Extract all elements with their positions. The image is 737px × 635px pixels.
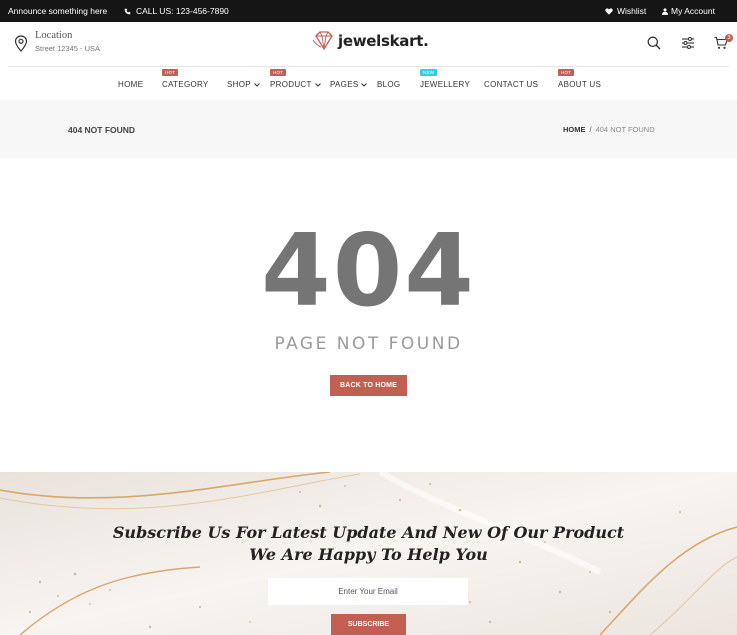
- breadcrumb-current: 404 NOT FOUND: [595, 125, 655, 134]
- nav-item-category[interactable]: CATEGORY: [162, 80, 209, 89]
- hot-badge: HOT: [558, 69, 575, 76]
- location-pin-icon: [14, 35, 28, 52]
- nav-item-label: JEWELLERY: [420, 80, 471, 89]
- diamond-logo-icon: [312, 31, 333, 51]
- nav-item-shop[interactable]: SHOP: [227, 80, 260, 89]
- heart-icon: [605, 7, 613, 15]
- back-to-home-button[interactable]: BACK TO HOME: [330, 375, 407, 396]
- nav-item-contact-us[interactable]: CONTACT US: [484, 80, 538, 89]
- nav-item-label: HOME: [118, 80, 144, 89]
- nav-item-label: PAGES: [330, 80, 359, 89]
- breadcrumb: HOME / 404 NOT FOUND: [563, 125, 655, 134]
- site-logo[interactable]: jewelskart.: [312, 31, 429, 51]
- chevron-down-icon: [254, 82, 260, 87]
- header: Location Street 12345 - USA jewelskart. …: [0, 22, 737, 66]
- breadcrumb-band: 404 NOT FOUND HOME / 404 NOT FOUND: [0, 100, 737, 158]
- call-us-text: CALL US: 123-456-7890: [136, 6, 229, 16]
- phone-icon: [124, 8, 131, 14]
- error-code: 404: [261, 212, 476, 329]
- logo-text: jewelskart.: [338, 32, 429, 50]
- nav-item-label: BLOG: [377, 80, 401, 89]
- filter-icon[interactable]: [681, 36, 695, 50]
- top-bar: Announce something here CALL US: 123-456…: [0, 0, 737, 22]
- subscribe-heading-line-1: Subscribe Us For Latest Update And New O…: [112, 523, 625, 542]
- location-address: Street 12345 - USA: [35, 44, 101, 53]
- subscribe-button[interactable]: SUBSCRIBE: [331, 614, 406, 635]
- my-account-link[interactable]: My Account: [662, 6, 715, 16]
- nav-item-pages[interactable]: PAGES: [330, 80, 368, 89]
- page-title: 404 NOT FOUND: [68, 125, 136, 135]
- nav-item-label: ABOUT US: [558, 80, 602, 89]
- breadcrumb-separator: /: [589, 125, 592, 134]
- nav-item-label: PRODUCT: [270, 80, 312, 89]
- search-icon[interactable]: [647, 36, 661, 50]
- subscribe-heading-line-2: We Are Happy To Help You: [249, 545, 488, 564]
- main-nav: HOME HOT CATEGORY SHOP HOT PRODUCT PAGES…: [0, 67, 737, 100]
- chevron-down-icon: [361, 82, 368, 87]
- nav-item-home[interactable]: HOME: [118, 80, 143, 89]
- location-title: Location: [35, 30, 73, 41]
- nav-item-about-us[interactable]: ABOUT US: [558, 80, 601, 89]
- nav-item-label: CONTACT US: [484, 80, 539, 89]
- cart-count-badge: 3: [725, 34, 733, 42]
- nav-item-jewellery[interactable]: JEWELLERY: [420, 80, 470, 89]
- nav-item-label: CATEGORY: [162, 80, 209, 89]
- hot-badge: HOT: [162, 69, 179, 76]
- user-icon: [662, 7, 668, 15]
- wishlist-label: Wishlist: [617, 6, 647, 16]
- nav-item-product[interactable]: PRODUCT: [270, 80, 321, 89]
- wishlist-link[interactable]: Wishlist: [605, 6, 646, 16]
- breadcrumb-home-link[interactable]: HOME: [563, 125, 586, 134]
- chevron-down-icon: [314, 82, 321, 87]
- email-input[interactable]: [268, 578, 468, 605]
- nav-item-blog[interactable]: BLOG: [377, 80, 400, 89]
- hot-badge: HOT: [270, 69, 287, 76]
- nav-item-label: SHOP: [227, 80, 251, 89]
- my-account-label: My Account: [671, 6, 715, 16]
- announcement-text: Announce something here: [8, 6, 108, 16]
- error-message: PAGE NOT FOUND: [274, 334, 463, 354]
- call-us[interactable]: CALL US: 123-456-7890: [124, 6, 229, 16]
- new-badge: NEW: [420, 69, 438, 76]
